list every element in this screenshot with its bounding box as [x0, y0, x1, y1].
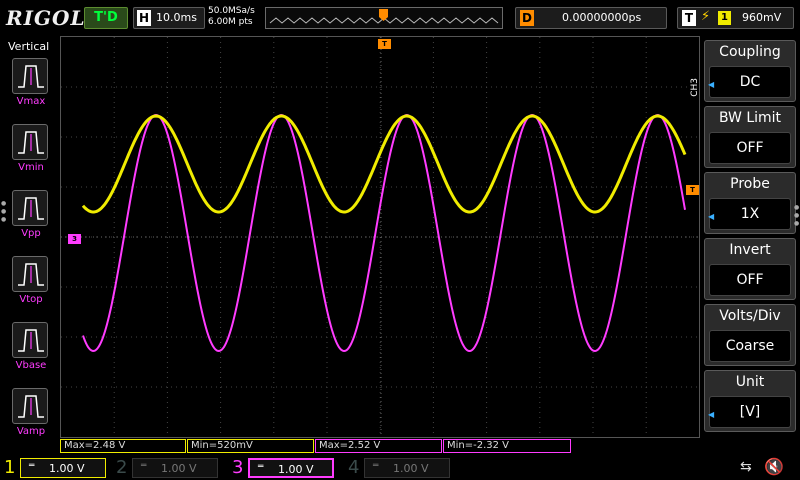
measure-vpp-button[interactable]: Vpp: [9, 190, 51, 242]
waveform-display[interactable]: 3 T T: [60, 36, 700, 438]
dc-coupling-icon: ═: [29, 461, 35, 471]
menu-channel-tag: CH3: [690, 78, 700, 97]
vmax-icon: [12, 58, 48, 94]
measurement-result: Min=-2.32 V: [443, 439, 571, 453]
channel-2-button[interactable]: 2 ═ 1.00 V: [112, 457, 224, 479]
channel-scale-tab: ═ 1.00 V: [132, 458, 218, 478]
channel-scale-tab: ═ 1.00 V: [364, 458, 450, 478]
channel-number: 3: [232, 457, 244, 478]
menu-coupling[interactable]: Coupling DC ◀: [704, 40, 796, 102]
vbase-icon: [12, 322, 48, 358]
channel-bar: 1 ═ 1.00 V 2 ═ 1.00 V 3 ═ 1.00 V 4 ═ 1.00 V ⇆ 🔇: [0, 454, 800, 480]
dc-coupling-icon: ═: [258, 462, 264, 472]
measure-vtop-button[interactable]: Vtop: [9, 256, 51, 308]
menu-title: Volts/Div: [719, 308, 781, 324]
channel-number: 1: [4, 457, 16, 478]
channel3-offset-marker[interactable]: 3: [68, 234, 81, 244]
menu-value: OFF: [709, 264, 791, 296]
knob-select-icon: ◀: [708, 410, 715, 419]
vpp-icon: [12, 190, 48, 226]
memory-waveform-strip[interactable]: [265, 7, 503, 29]
vtop-icon: [12, 256, 48, 292]
sample-rate: 50.0MSa/s: [208, 6, 255, 16]
menu-title: Coupling: [719, 44, 781, 60]
trigger-position-marker[interactable]: T: [378, 39, 391, 49]
trigger-level: 960mV: [742, 11, 782, 24]
run-status-badge[interactable]: T'D: [84, 7, 128, 29]
dc-coupling-icon: ═: [373, 461, 379, 471]
page-dots-icon: ● ● ●: [1, 200, 7, 223]
menu-title: Unit: [735, 374, 765, 390]
delay-label: D: [520, 10, 534, 26]
timebase-value: 10.0ms: [156, 11, 197, 24]
rising-edge-icon: ⚡: [701, 9, 711, 24]
channel-scale-tab: ═ 1.00 V: [248, 458, 334, 478]
vamp-icon: [12, 388, 48, 424]
measure-label: Vbase: [15, 360, 47, 371]
measure-label: Vamp: [16, 426, 46, 437]
trigger-box[interactable]: T ⚡ 1 960mV: [677, 7, 794, 29]
menu-title: Probe: [730, 176, 770, 192]
usb-icon: ⇆: [740, 459, 752, 475]
measure-vmin-button[interactable]: Vmin: [9, 124, 51, 176]
menu-title: Invert: [729, 242, 771, 258]
top-status-bar: RIGOL T'D H 10.0ms 50.0MSa/s 6.00M pts D…: [0, 0, 800, 36]
channel-scale-tab: ═ 1.00 V: [20, 458, 106, 478]
vmin-icon: [12, 124, 48, 160]
trigger-level-marker[interactable]: T: [686, 185, 699, 195]
delay-value: 0.00000000ps: [562, 11, 642, 24]
channel-menu: CH3 Coupling DC ◀ BW Limit OFF Probe 1X ◀ Invert…: [690, 38, 800, 438]
measure-label: Vpp: [21, 228, 41, 239]
measure-label: Vmax: [16, 96, 46, 107]
channel-number: 2: [116, 457, 128, 478]
delay-box[interactable]: D 0.00000000ps: [515, 7, 667, 29]
measure-sidebar: Vertical Vmax Vmin Vpp Vtop Vbase Vamp ● ● ●: [0, 36, 60, 450]
channel-scale: 1.00 V: [161, 462, 197, 475]
measure-label: Vtop: [19, 294, 43, 305]
menu-value: [V]: [709, 396, 791, 428]
knob-select-icon: ◀: [708, 80, 715, 89]
menu-page-dots-icon: ● ● ●: [794, 204, 800, 227]
timebase-box[interactable]: H 10.0ms: [133, 7, 205, 29]
channel-3-button[interactable]: 3 ═ 1.00 V: [228, 457, 340, 479]
channel-scale: 1.00 V: [278, 463, 314, 476]
timebase-label: H: [137, 10, 151, 26]
measurement-result: Max=2.48 V: [60, 439, 186, 453]
waveform-graticule: [61, 37, 699, 437]
menu-value: Coarse: [709, 330, 791, 362]
channel-1-button[interactable]: 1 ═ 1.00 V: [0, 457, 112, 479]
channel-number: 4: [348, 457, 360, 478]
measurement-result: Max=2.52 V: [315, 439, 442, 453]
measure-vamp-button[interactable]: Vamp: [9, 388, 51, 440]
menu-value: DC: [709, 66, 791, 98]
sidebar-title: Vertical: [8, 40, 50, 53]
knob-select-icon: ◀: [708, 212, 715, 221]
menu-value: 1X: [709, 198, 791, 230]
memory-depth: 6.00M pts: [208, 17, 253, 27]
menu-invert[interactable]: Invert OFF: [704, 238, 796, 300]
speaker-muted-icon[interactable]: 🔇: [764, 457, 784, 476]
measure-vbase-button[interactable]: Vbase: [9, 322, 51, 374]
menu-unit[interactable]: Unit [V] ◀: [704, 370, 796, 432]
channel3-waveform: [82, 113, 686, 353]
trigger-label: T: [682, 10, 696, 26]
channel-scale: 1.00 V: [393, 462, 429, 475]
menu-probe[interactable]: Probe 1X ◀: [704, 172, 796, 234]
menu-title: BW Limit: [718, 110, 782, 126]
trigger-source: 1: [718, 11, 731, 25]
channel1-waveform: [81, 114, 687, 214]
menu-bw-limit[interactable]: BW Limit OFF: [704, 106, 796, 168]
dc-coupling-icon: ═: [141, 461, 147, 471]
channel-4-button[interactable]: 4 ═ 1.00 V: [344, 457, 456, 479]
menu-volts-div[interactable]: Volts/Div Coarse: [704, 304, 796, 366]
channel-scale: 1.00 V: [49, 462, 85, 475]
measure-label: Vmin: [18, 162, 44, 173]
memory-waveform-icon: [269, 9, 499, 24]
measurement-result: Min=520mV: [187, 439, 314, 453]
sample-info: 50.0MSa/s 6.00M pts: [208, 6, 255, 28]
measure-vmax-button[interactable]: Vmax: [9, 58, 51, 110]
rigol-logo: RIGOL: [6, 6, 86, 30]
menu-value: OFF: [709, 132, 791, 164]
